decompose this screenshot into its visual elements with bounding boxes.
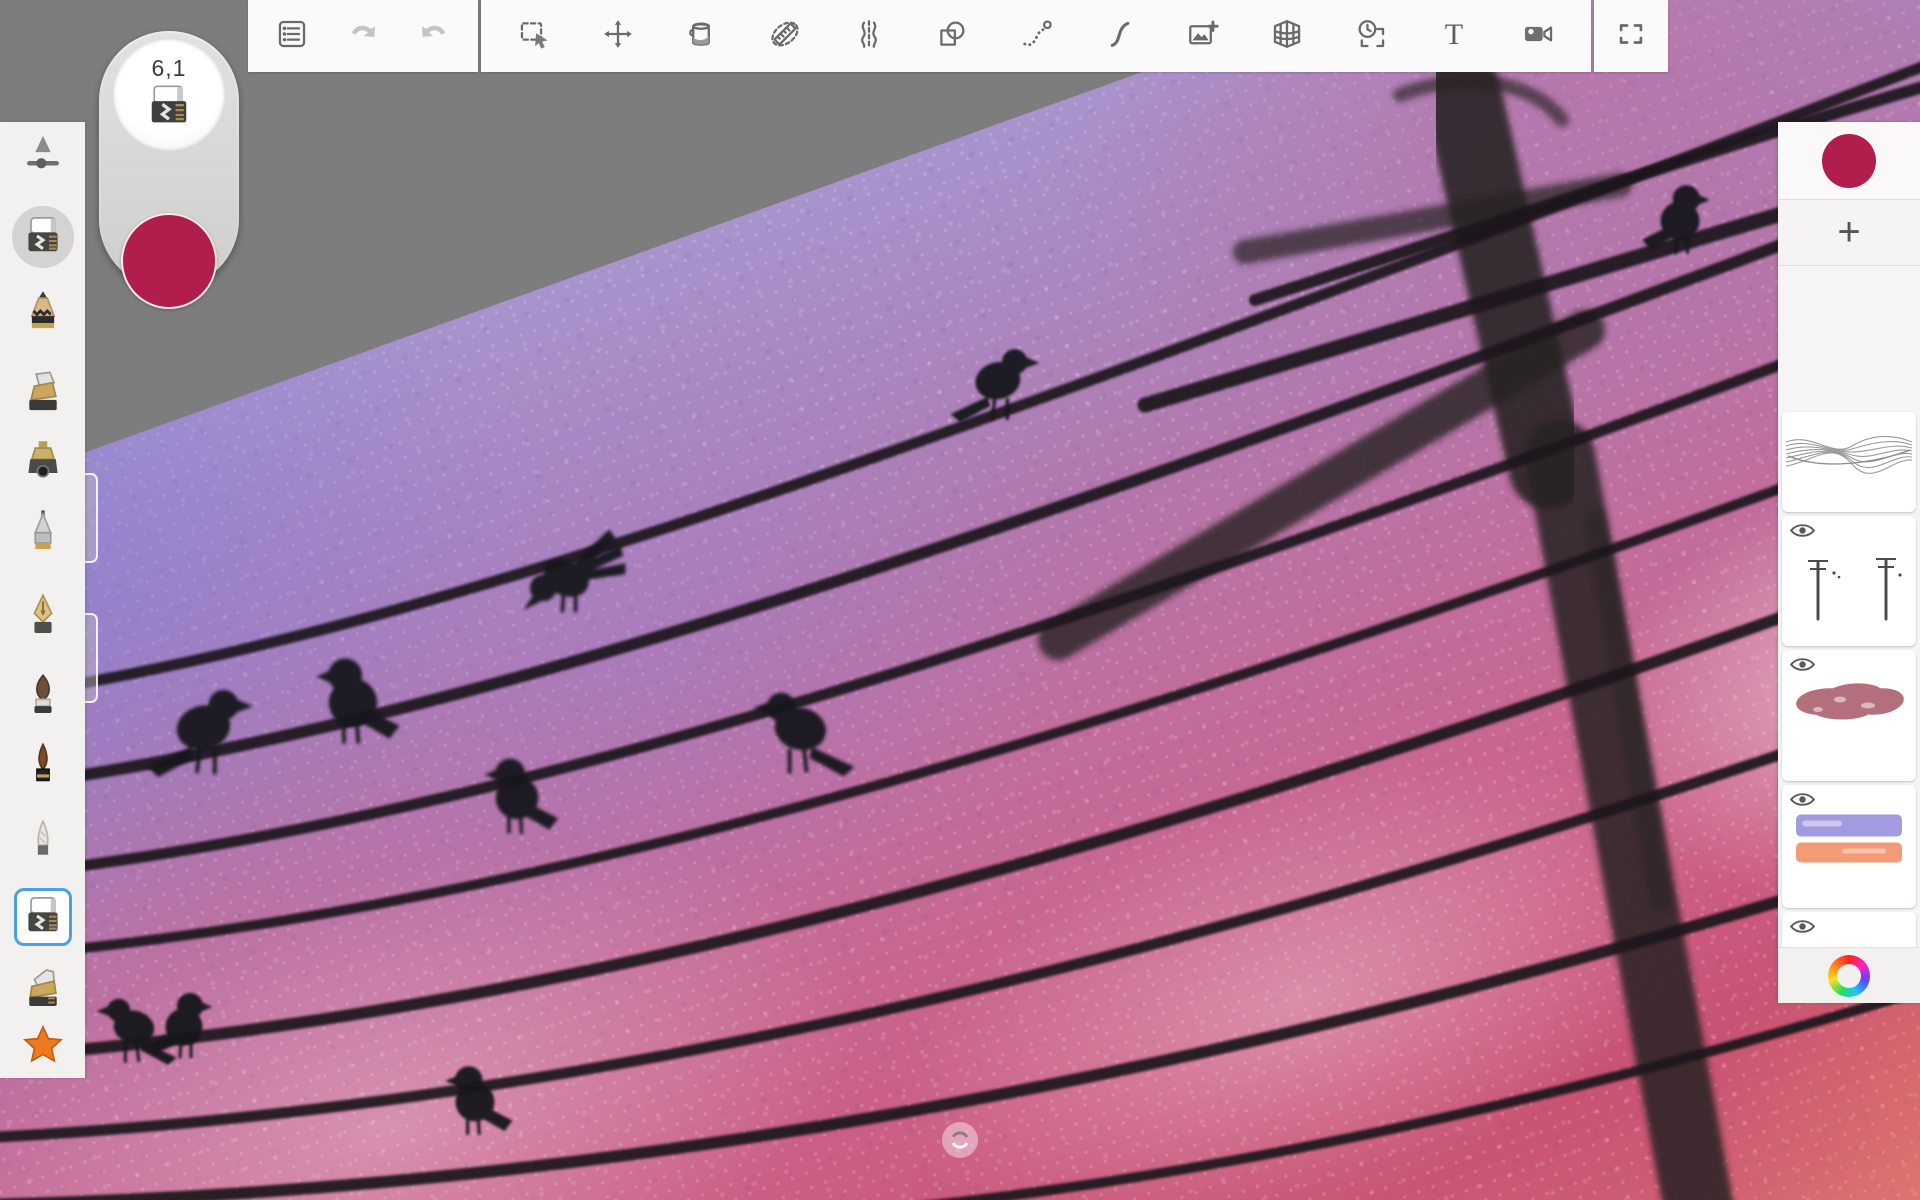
layer-visibility-eye-icon[interactable] (1789, 521, 1816, 540)
canvas-sketch-layer (0, 0, 1920, 1200)
symmetry-icon (852, 17, 886, 56)
brush-size-opacity-label: 6,1 (152, 55, 187, 82)
slider-drawer-handle-2[interactable] (85, 613, 98, 703)
layer-red-wash[interactable] (1782, 650, 1916, 781)
layer-blank-1[interactable] (1782, 912, 1916, 947)
time-lapse-button[interactable] (1344, 9, 1398, 63)
airbrush-icon (19, 437, 67, 490)
current-color-section (1778, 122, 1920, 200)
utility-poles (1058, 82, 1700, 1200)
selection-icon (517, 17, 551, 56)
layer-visibility-eye-icon[interactable] (1789, 655, 1816, 674)
tool-fountain-pen[interactable] (14, 588, 72, 646)
tool-chisel-marker[interactable] (14, 366, 72, 424)
tool-round-brush[interactable] (14, 668, 72, 726)
layer-visibility-eye-icon[interactable] (1789, 790, 1816, 809)
chisel-marker-icon (19, 369, 67, 422)
stroke-button[interactable] (1093, 9, 1147, 63)
fullscreen-button[interactable] (1604, 9, 1658, 63)
text-button[interactable]: T (1427, 9, 1481, 63)
tool-airbrush[interactable] (14, 434, 72, 492)
layer-wire-sketch-thumbnail (1782, 412, 1916, 512)
tool-eraser[interactable] (12, 206, 74, 268)
color-puck[interactable] (121, 213, 217, 309)
fill-button[interactable] (674, 9, 728, 63)
import-image-icon (1186, 17, 1220, 56)
brush-toolbar (0, 122, 85, 1078)
undo-icon (346, 17, 380, 56)
ruler-button[interactable] (758, 9, 812, 63)
round-brush-icon (19, 671, 67, 724)
toolbar-view-group (1594, 0, 1668, 72)
perspective-icon (1270, 17, 1304, 56)
fountain-pen-icon (19, 591, 67, 644)
brush-puck[interactable]: 6,1 (113, 39, 225, 151)
time-lapse-icon (1354, 17, 1388, 56)
current-color-swatch[interactable] (1822, 134, 1876, 188)
layer-sky-bands[interactable] (1782, 785, 1916, 908)
rotate-canvas-indicator[interactable] (942, 1122, 978, 1158)
menu-icon (275, 17, 309, 56)
import-image-button[interactable] (1176, 9, 1230, 63)
menu-button[interactable] (265, 9, 319, 63)
slider-drawer-handle-1[interactable] (85, 473, 98, 563)
shapes-icon (935, 17, 969, 56)
transform-icon (601, 17, 635, 56)
redo-icon (417, 17, 451, 56)
toolbar-tools-group: T (481, 0, 1591, 72)
ruler-icon (768, 17, 802, 56)
tool-brush-settings[interactable] (14, 126, 72, 184)
toolbar-history-group (248, 0, 478, 72)
favorites-star-icon (19, 1021, 67, 1074)
stroke-icon (1103, 17, 1137, 56)
top-toolbar: T (248, 0, 1668, 72)
brush-settings-icon (19, 129, 67, 182)
camera-icon (1521, 17, 1555, 56)
svg-text:T: T (1445, 17, 1463, 50)
layer-pole-sketch[interactable] (1782, 516, 1916, 646)
tool-favorites-star[interactable] (14, 1018, 72, 1076)
blending-stump-icon (19, 817, 67, 870)
app-window: T 6,1 + (0, 0, 1920, 1200)
brush-color-puck: 6,1 (99, 31, 239, 289)
fill-bucket-icon (684, 17, 718, 56)
color-wheel-section (1778, 947, 1920, 1003)
pointed-brush-icon (19, 741, 67, 794)
angled-marker-icon (19, 964, 67, 1017)
tool-technical-pen[interactable] (14, 504, 72, 562)
add-layer-label: + (1837, 210, 1860, 255)
eraser-tool-icon (146, 84, 192, 128)
flat-marker-icon (19, 891, 67, 944)
shapes-button[interactable] (925, 9, 979, 63)
tool-blending-stump[interactable] (14, 814, 72, 872)
predictive-stroke-icon (1019, 17, 1053, 56)
layer-wire-sketch[interactable] (1782, 412, 1916, 512)
technical-pen-icon (19, 507, 67, 560)
transform-button[interactable] (591, 9, 645, 63)
perspective-button[interactable] (1260, 9, 1314, 63)
color-wheel-button[interactable] (1828, 955, 1870, 997)
pencil-icon (19, 287, 67, 340)
tool-pencil[interactable] (14, 284, 72, 342)
redo-button[interactable] (407, 9, 461, 63)
tool-pointed-brush[interactable] (14, 738, 72, 796)
symmetry-button[interactable] (842, 9, 896, 63)
rotate-icon (948, 1128, 972, 1152)
tool-flat-marker[interactable] (14, 888, 72, 946)
add-layer-button[interactable]: + (1778, 200, 1920, 266)
fullscreen-icon (1614, 17, 1648, 56)
eraser-icon (19, 211, 67, 264)
text-icon: T (1437, 17, 1471, 56)
predictive-stroke-button[interactable] (1009, 9, 1063, 63)
layer-list (1778, 266, 1920, 947)
layers-panel: + (1778, 122, 1920, 1003)
tool-angled-marker[interactable] (14, 961, 72, 1019)
selection-button[interactable] (507, 9, 561, 63)
camera-button[interactable] (1511, 9, 1565, 63)
layer-visibility-eye-icon[interactable] (1789, 917, 1816, 936)
undo-button[interactable] (336, 9, 390, 63)
